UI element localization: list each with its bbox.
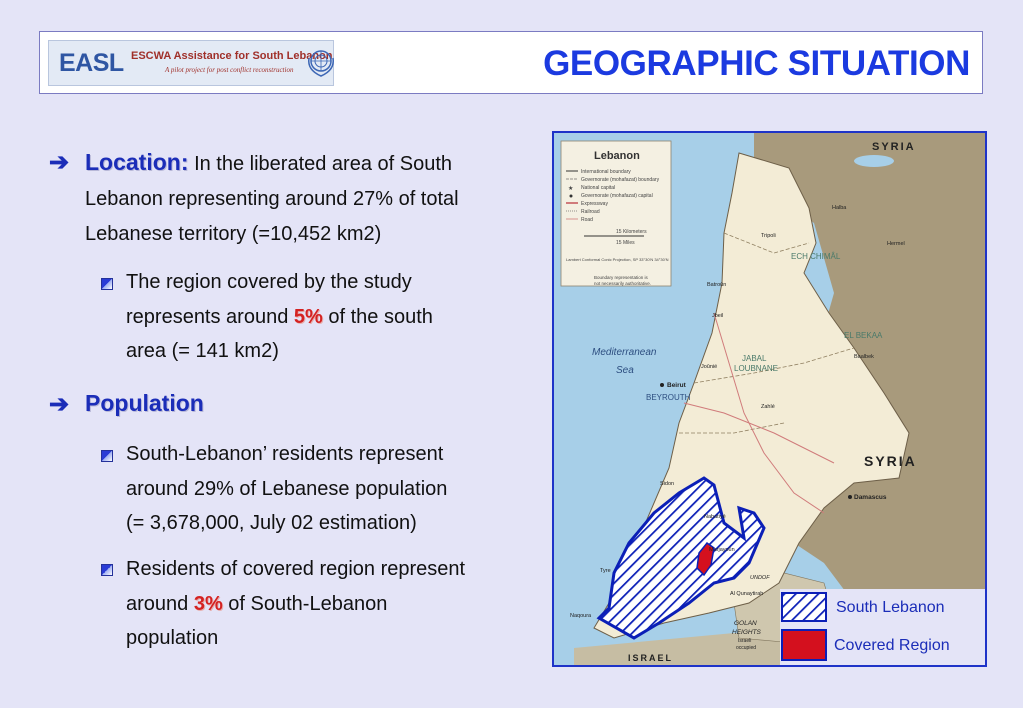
header-bar: EASL ESCWA Assistance for South Lebanon … — [39, 31, 983, 94]
arrow-bullet-icon: ➔ — [49, 391, 70, 418]
scale-mi: 15 Miles — [616, 240, 635, 246]
location-line-3: Lebanese territory (=10,452 km2) — [85, 223, 382, 245]
undof-label: UNDOF — [750, 575, 770, 581]
boundary-note-1: Boundary representation is — [594, 275, 649, 280]
legend-item: Road — [581, 217, 593, 223]
lebanon-map: Lebanon International boundary Governora… — [552, 131, 987, 667]
un-emblem-icon — [308, 50, 334, 77]
logo-tagline: A pilot project for post conflict recons… — [165, 66, 294, 74]
city-baalbek-label: Baalbek — [854, 354, 874, 360]
residents-line-3: (= 3,678,000, July 02 estimation) — [126, 512, 417, 534]
scale-km: 15 Kilometers — [616, 229, 647, 235]
region-jabal-label-2: LOUBNANE — [734, 364, 778, 373]
location-line-2: Lebanon representing around 27% of total — [85, 188, 459, 210]
residents-line-1: South-Lebanon’ residents represent — [126, 443, 444, 465]
easl-logo: EASL ESCWA Assistance for South Lebanon … — [48, 40, 334, 86]
location-first-line: Location: In the liberated area of South — [85, 149, 452, 176]
lake — [854, 155, 894, 167]
legend-item: Railroad — [581, 209, 600, 215]
study-region-text-post: of the south — [322, 306, 433, 328]
capital-marker — [660, 383, 664, 387]
syria-label-south: SYRIA — [864, 453, 917, 469]
city-sidon-label: Sidon — [660, 481, 674, 487]
region-bekaa-label: EL BEKAA — [844, 331, 883, 340]
south-lebanon-legend-label: South Lebanon — [836, 599, 945, 616]
covered-residents-line-2: around 3% of South-Lebanon — [126, 587, 387, 622]
residents-line-2: around 29% of Lebanese population — [126, 478, 448, 500]
square-bullet-icon — [101, 450, 113, 462]
legend-item: Governorate (mohafazat) boundary — [581, 177, 660, 183]
city-halba-label: Halba — [832, 205, 847, 211]
capital-marker — [848, 495, 852, 499]
city-zahle-label: Zahlé — [761, 404, 775, 410]
star-icon: ★ — [568, 185, 573, 192]
location-heading: Location: — [85, 149, 189, 175]
population-heading: Population — [85, 390, 204, 416]
population-heading-line: Population — [85, 390, 204, 417]
city-quneitra-label: Al Qunaytirah — [730, 591, 763, 597]
city-jbeil-label: Jbeil — [712, 313, 723, 319]
city-nabatiye-label: Nabatiyé — [704, 514, 726, 520]
page-title: GEOGRAPHIC SITUATION — [543, 44, 970, 83]
golan-label-1: GOLAN — [734, 620, 757, 627]
study-region-text-pre: represents around — [126, 306, 294, 328]
city-beyrouth-label: BEYROUTH — [646, 393, 691, 402]
legend-title: Lebanon — [594, 150, 640, 162]
region-jabal-label-1: JABAL — [742, 354, 767, 363]
covered-residents-line-3: population — [126, 627, 219, 649]
covered-residents-text-post: of South-Lebanon — [222, 593, 388, 615]
legend-item: Governorate (mohafazat) capital — [581, 193, 653, 199]
city-batroun-label: Batroûn — [707, 282, 726, 288]
legend-item: International boundary — [581, 169, 631, 175]
covered-residents-line-1: Residents of covered region represent — [126, 558, 466, 580]
study-region-line-2: represents around 5% of the south — [126, 300, 433, 335]
legend-item: Expressway — [581, 201, 608, 207]
city-tyre-label: Tyre — [600, 568, 611, 574]
map-canvas: Lebanon International boundary Governora… — [554, 133, 985, 665]
study-region-line-1: The region covered by the study — [126, 271, 412, 293]
golan-label-2: HEIGHTS — [732, 629, 762, 636]
covered-region-legend-label: Covered Region — [834, 637, 950, 654]
square-bullet-icon — [101, 564, 113, 576]
israel-label: ISRAEL — [628, 653, 673, 663]
city-damascus-label: Damascus — [854, 494, 887, 501]
south-lebanon-swatch — [781, 592, 827, 622]
square-bullet-icon — [101, 278, 113, 290]
region-north-label: ECH CHIMÂL — [791, 252, 841, 261]
map-legend-box — [560, 140, 672, 287]
golan-label-4: occupied — [736, 645, 756, 651]
sea-label-line-2: Sea — [616, 365, 634, 376]
location-line-1: In the liberated area of South — [194, 153, 453, 175]
city-beirut-label: Beirut — [667, 382, 687, 389]
study-region-percent: 5% — [293, 306, 323, 328]
study-region-line-3: area (= 141 km2) — [126, 340, 279, 362]
covered-region-swatch — [781, 629, 827, 661]
arrow-bullet-icon: ➔ — [49, 149, 70, 176]
dot-icon — [569, 194, 573, 198]
covered-residents-text-pre: around — [126, 593, 194, 615]
legend-item: National capital — [581, 185, 615, 191]
city-tripoli-label: Tripoli — [761, 233, 776, 239]
logo-main-text: EASL — [59, 49, 124, 77]
projection-note: Lambert Conformal Conic Projection, SP 3… — [566, 257, 669, 262]
covered-residents-percent: 3% — [193, 593, 223, 615]
sea-label-line-1: Mediterranean — [592, 347, 657, 358]
logo-organization-name: ESCWA Assistance for South Lebanon — [131, 50, 333, 62]
golan-label-3: Israeli — [738, 638, 751, 644]
city-jounie-label: Joûnié — [701, 364, 717, 370]
syria-label-north: SYRIA — [872, 141, 916, 153]
city-marjayoun-label: Marjayoûn — [709, 547, 735, 553]
city-hermel-label: Hermel — [887, 241, 905, 247]
boundary-note-2: not necessarily authoritative. — [594, 281, 651, 286]
city-naqoura-label: Naqoura — [570, 613, 592, 619]
